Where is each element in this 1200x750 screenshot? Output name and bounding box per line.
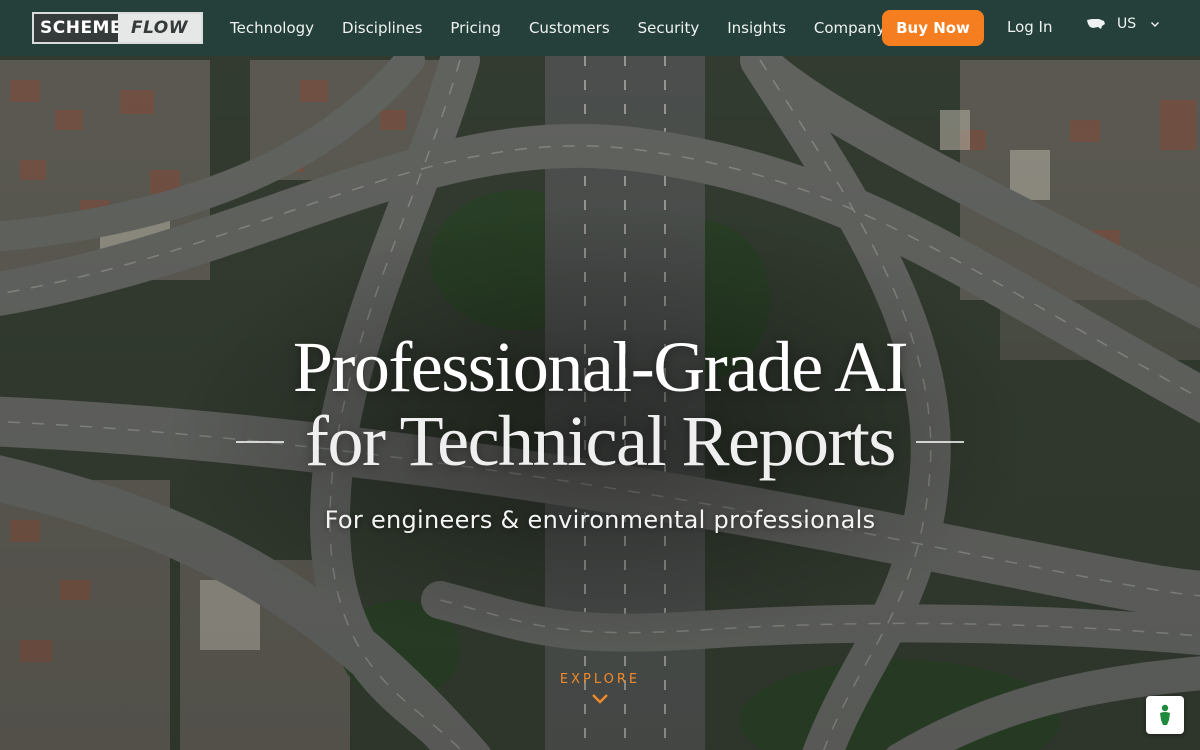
buy-now-button[interactable]: Buy Now — [882, 10, 984, 46]
nav-links: Technology Disciplines Pricing Customers… — [216, 0, 899, 56]
logo-text-flow: FLOW — [118, 14, 201, 42]
hero-headline: Professional-Grade AI for Technical Repo… — [0, 330, 1200, 478]
top-navigation: SCHEME FLOW Technology Disciplines Prici… — [0, 0, 1200, 56]
nav-link-pricing[interactable]: Pricing — [450, 19, 501, 37]
accessibility-icon — [1160, 704, 1170, 725]
us-map-icon — [1087, 19, 1105, 29]
headline-divider-left — [236, 441, 284, 443]
explore-button[interactable]: EXPLORE — [540, 672, 660, 705]
headline-line-2: for Technical Reports — [305, 401, 896, 481]
logo-text-scheme: SCHEME — [34, 14, 122, 42]
nav-link-disciplines[interactable]: Disciplines — [342, 19, 422, 37]
headline-line-1: Professional-Grade AI — [292, 327, 909, 407]
chevron-down-icon — [1151, 22, 1160, 27]
region-label: US — [1117, 16, 1137, 32]
headline-divider-right — [916, 441, 964, 443]
explore-label: EXPLORE — [559, 672, 641, 687]
chevron-down-icon — [592, 694, 608, 704]
hero-subheadline: For engineers & environmental profession… — [324, 506, 876, 534]
log-in-link[interactable]: Log In — [1007, 18, 1053, 36]
nav-link-technology[interactable]: Technology — [230, 19, 314, 37]
accessibility-button[interactable] — [1146, 696, 1184, 734]
nav-link-insights[interactable]: Insights — [727, 19, 786, 37]
region-selector[interactable]: US — [1086, 16, 1160, 32]
nav-link-customers[interactable]: Customers — [529, 19, 610, 37]
scheme-flow-logo[interactable]: SCHEME FLOW — [32, 12, 203, 44]
nav-link-security[interactable]: Security — [638, 19, 700, 37]
nav-link-company[interactable]: Company — [814, 19, 885, 37]
